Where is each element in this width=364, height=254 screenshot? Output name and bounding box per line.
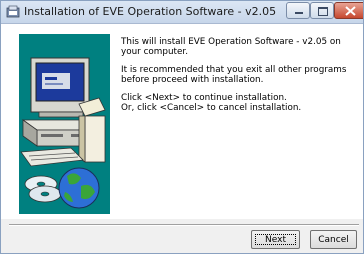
close-icon: [345, 6, 356, 16]
installer-window: Installation of EVE Operation Software -…: [0, 0, 364, 254]
next-button[interactable]: Next: [251, 230, 300, 249]
installer-app-icon: [6, 5, 20, 18]
minimize-icon: [295, 12, 303, 14]
intro-paragraph-3: Click <Next> to continue installation. O…: [121, 93, 302, 113]
window-title: Installation of EVE Operation Software -…: [24, 5, 277, 18]
footer-separator: [9, 224, 359, 226]
globe-icon: [58, 167, 100, 209]
intro-text: This will install EVE Operation Software…: [121, 37, 359, 123]
close-button[interactable]: [334, 2, 363, 19]
cancel-button[interactable]: Cancel: [310, 230, 357, 249]
installer-body: This will install EVE Operation Software…: [1, 24, 363, 219]
intro-paragraph-1: This will install EVE Operation Software…: [121, 37, 341, 57]
intro-paragraph-2: It is recommended that you exit all othe…: [121, 65, 347, 85]
installer-illustration: [19, 34, 110, 214]
maximize-button[interactable]: [310, 2, 334, 19]
maximize-icon: [318, 7, 328, 16]
minimize-button[interactable]: [286, 2, 310, 19]
title-bar[interactable]: Installation of EVE Operation Software -…: [1, 1, 363, 24]
